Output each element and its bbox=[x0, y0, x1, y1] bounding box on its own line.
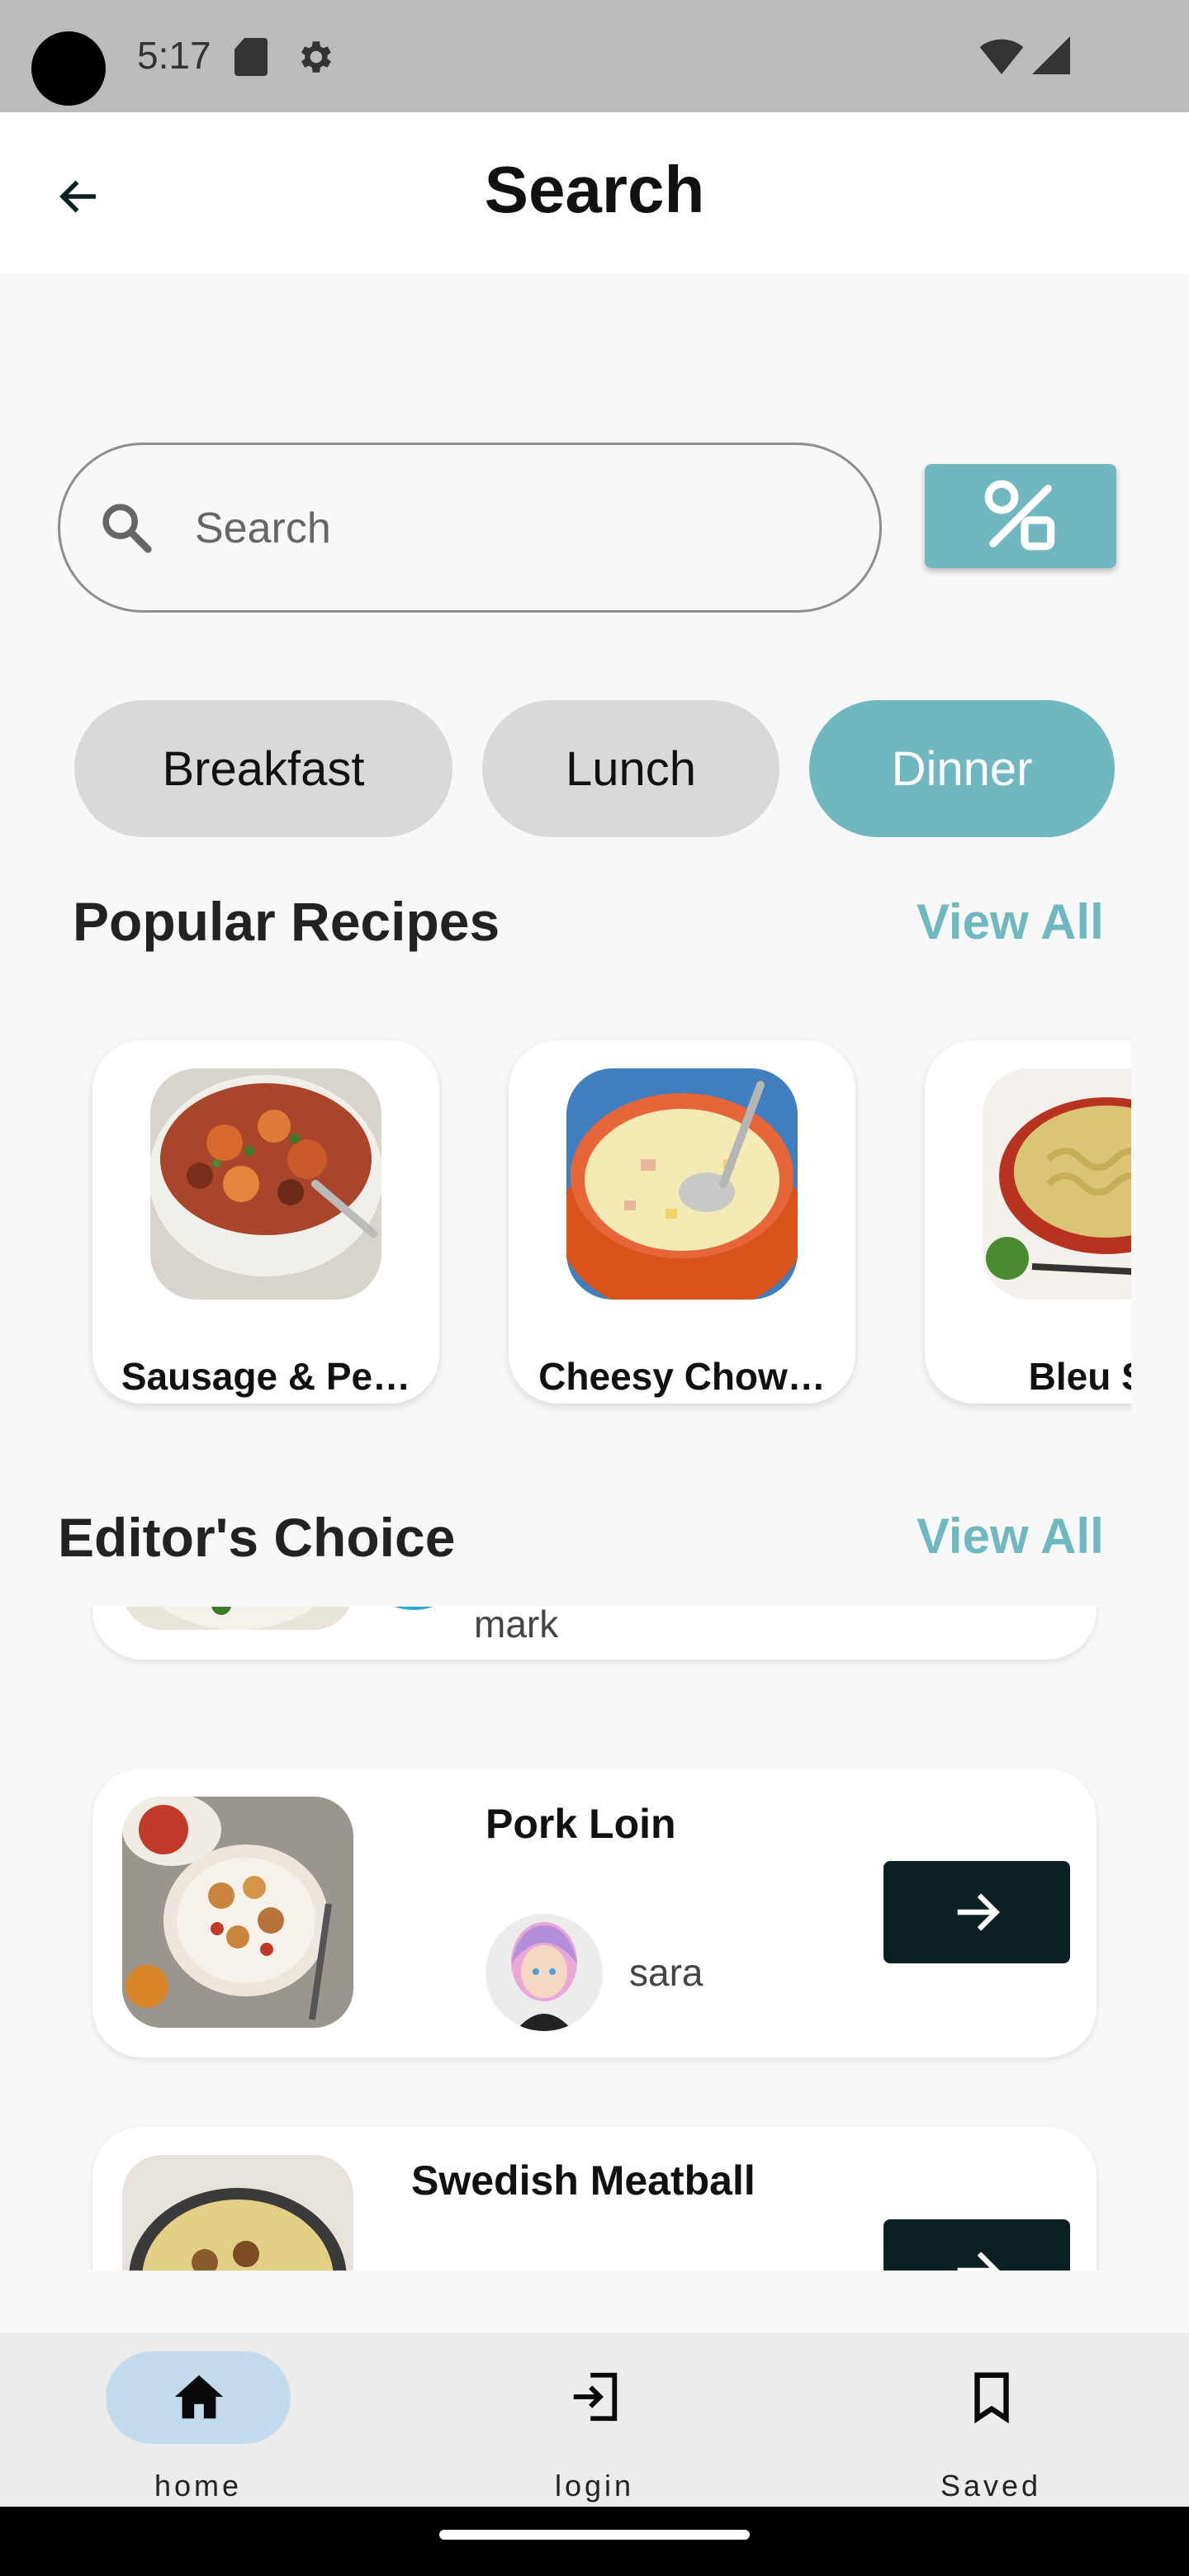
filter-button[interactable] bbox=[925, 464, 1116, 568]
status-time: 5:17 bbox=[137, 34, 211, 77]
recipe-name: Pork Loin bbox=[486, 1801, 676, 1847]
popular-recipes-carousel[interactable]: Sausage & Pe… Cheesy Chow… Bleu bbox=[0, 1016, 1131, 1428]
chip-lunch[interactable]: Lunch bbox=[482, 700, 779, 837]
bookmark-icon bbox=[974, 2372, 1009, 2424]
bottom-navigation: home login Saved bbox=[0, 2333, 1189, 2507]
nav-item-login[interactable]: login bbox=[396, 2333, 793, 2507]
author-name: mark bbox=[474, 1607, 559, 1646]
nav-label: Saved bbox=[940, 2469, 1042, 2503]
recipe-name: Bleu Sk bbox=[1028, 1355, 1131, 1398]
shapes-filter-icon bbox=[984, 480, 1055, 551]
editors-choice-list[interactable]: mark Pork Loin sara Swedish Meatball bbox=[0, 1607, 1189, 2271]
recipe-image bbox=[566, 1068, 798, 1300]
recipe-image bbox=[122, 1797, 353, 2028]
chip-dinner[interactable]: Dinner bbox=[809, 700, 1115, 837]
nav-item-saved[interactable]: Saved bbox=[793, 2333, 1189, 2507]
author-name: sara bbox=[629, 1951, 703, 1994]
editor-recipe-card[interactable]: Pork Loin sara bbox=[92, 1769, 1097, 2057]
nav-label: home bbox=[154, 2469, 243, 2503]
nav-label: login bbox=[554, 2469, 635, 2503]
search-icon bbox=[102, 504, 152, 553]
home-indicator[interactable] bbox=[439, 2530, 750, 2540]
search-input[interactable] bbox=[195, 487, 839, 570]
login-icon bbox=[573, 2372, 618, 2422]
author-avatar bbox=[486, 1914, 603, 2031]
recipe-image bbox=[122, 2155, 353, 2271]
editor-recipe-card[interactable]: Swedish Meatball bbox=[92, 2127, 1097, 2271]
chip-breakfast[interactable]: Breakfast bbox=[74, 700, 452, 837]
nav-item-home[interactable]: home bbox=[0, 2333, 396, 2507]
editors-view-all-link[interactable]: View All bbox=[917, 1508, 1104, 1565]
system-navigation-bar bbox=[0, 2507, 1189, 2576]
camera-cutout bbox=[31, 31, 106, 106]
app-bar: Search bbox=[0, 112, 1189, 274]
arrow-right-icon bbox=[957, 1893, 1000, 1931]
recipe-image bbox=[150, 1068, 381, 1300]
wifi-icon bbox=[979, 39, 1024, 74]
recipe-image bbox=[122, 1607, 353, 1630]
recipe-name: Cheesy Chow… bbox=[538, 1355, 826, 1398]
arrow-right-icon bbox=[957, 2252, 1000, 2271]
page-title: Search bbox=[484, 153, 705, 226]
home-icon bbox=[174, 2375, 224, 2419]
status-bar: 5:17 bbox=[0, 0, 1189, 112]
recipe-card[interactable]: Bleu Sk bbox=[925, 1040, 1131, 1404]
recipe-name: Sausage & Pe… bbox=[121, 1355, 411, 1398]
signal-icon bbox=[1032, 36, 1070, 74]
recipe-card[interactable]: Sausage & Pe… bbox=[92, 1040, 439, 1404]
recipe-name: Swedish Meatball bbox=[411, 2157, 756, 2204]
editor-recipe-card[interactable]: mark bbox=[92, 1607, 1097, 1660]
open-recipe-button[interactable] bbox=[883, 2219, 1070, 2271]
recipe-image bbox=[983, 1068, 1131, 1300]
editors-choice-title: Editor's Choice bbox=[58, 1507, 456, 1568]
popular-recipes-title: Popular Recipes bbox=[73, 891, 500, 952]
sd-card-icon bbox=[234, 38, 268, 76]
recipe-card[interactable]: Cheesy Chow… bbox=[509, 1040, 855, 1404]
gear-icon bbox=[301, 41, 331, 73]
author-avatar bbox=[355, 1607, 472, 1610]
popular-view-all-link[interactable]: View All bbox=[917, 893, 1104, 950]
open-recipe-button[interactable] bbox=[883, 1861, 1070, 1963]
